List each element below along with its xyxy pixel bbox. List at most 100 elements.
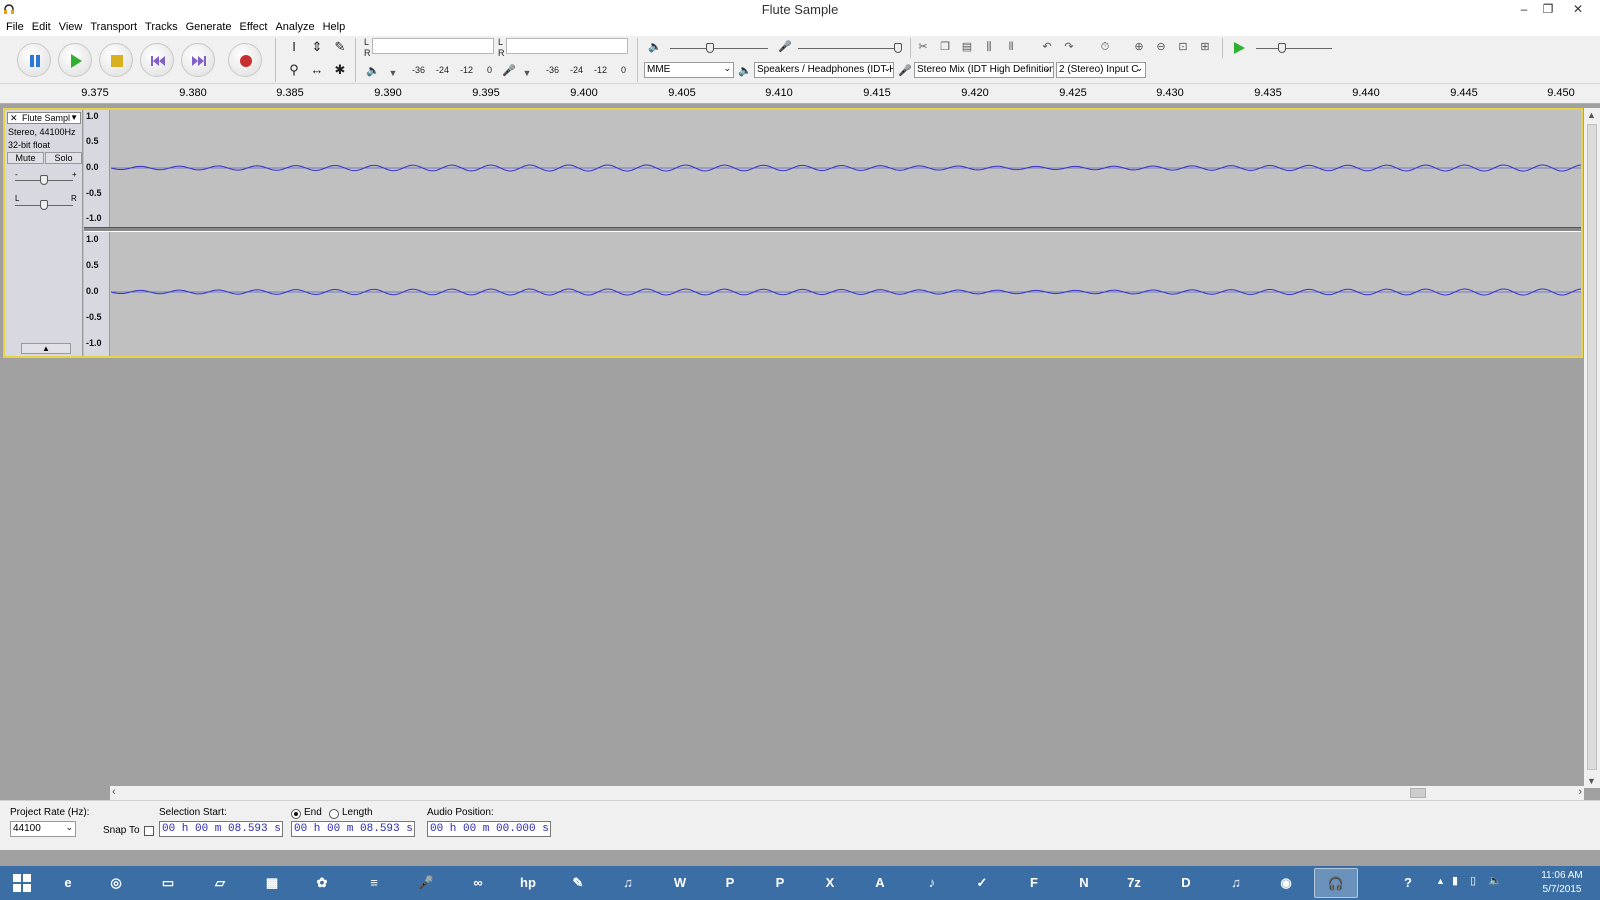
file-explorer-icon[interactable]: ▭ (146, 868, 190, 898)
timeline-ruler[interactable]: 9.375 9.380 9.385 9.390 9.395 9.400 9.40… (0, 84, 1600, 104)
track-name-menu[interactable]: ✕ Flute Sampl ▼ (7, 112, 81, 124)
input-device-select[interactable]: Stereo Mix (IDT High Definition ⌄ (914, 62, 1054, 78)
play-speed-thumb[interactable] (1278, 43, 1286, 53)
document-app-icon[interactable]: D (1164, 868, 1208, 898)
project-rate-select[interactable]: 44100 ⌄ (10, 821, 76, 837)
restore-button[interactable]: ❐ (1536, 0, 1560, 18)
chevron-up-icon[interactable]: ▲ (1436, 876, 1445, 886)
selection-start-field[interactable]: 00 h 00 m 08.593 s (159, 821, 283, 837)
chevron-down-icon[interactable]: ▼ (70, 113, 78, 123)
snap-to-checkbox[interactable] (144, 826, 154, 836)
menu-file[interactable]: File (6, 20, 30, 36)
microphone-app-icon[interactable]: 🎤 (404, 868, 448, 898)
horizontal-scrollbar[interactable]: ‹ › (110, 786, 1584, 800)
excel-icon[interactable]: X (808, 868, 852, 898)
battery-icon[interactable]: ▯ (1470, 874, 1476, 887)
close-icon[interactable]: ✕ (10, 113, 18, 123)
playback-meter[interactable] (372, 38, 494, 54)
copy-icon[interactable]: ❐ (936, 38, 954, 56)
menu-tracks[interactable]: Tracks (145, 20, 184, 36)
chevron-down-icon[interactable]: ▼ (384, 64, 402, 82)
menu-generate[interactable]: Generate (186, 20, 238, 36)
redo-icon[interactable]: ↷ (1060, 38, 1078, 56)
draw-tool[interactable]: ✎ (330, 37, 350, 57)
menu-effect[interactable]: Effect (240, 20, 274, 36)
fit-selection-icon[interactable]: ⊡ (1174, 38, 1192, 56)
undo-icon[interactable]: ↶ (1038, 38, 1056, 56)
f-app-icon[interactable]: F (1012, 868, 1056, 898)
right-channel-waveform[interactable] (110, 234, 1582, 351)
paint-icon[interactable]: ✿ (300, 868, 344, 898)
system-clock[interactable]: 11:06 AM 5/7/2015 (1532, 869, 1592, 897)
paste-icon[interactable]: ▤ (958, 38, 976, 56)
selection-tool[interactable]: I (284, 37, 304, 57)
trim-icon[interactable]: ⫼ (980, 38, 998, 56)
mute-button[interactable]: Mute (7, 152, 44, 164)
skip-to-start-button[interactable] (140, 43, 174, 77)
headphones-icon[interactable]: ♫ (1214, 868, 1258, 898)
fit-project-icon[interactable]: ⊞ (1196, 38, 1214, 56)
powerpoint-icon[interactable]: P (708, 868, 752, 898)
word-icon[interactable]: W (658, 868, 702, 898)
play-button[interactable] (58, 43, 92, 77)
publisher-icon[interactable]: P (758, 868, 802, 898)
vertical-scrollbar[interactable]: ▲ ▼ (1584, 108, 1600, 788)
vertical-scroll-thumb[interactable] (1587, 124, 1597, 770)
output-device-select[interactable]: Speakers / Headphones (IDT H ⌄ (754, 62, 894, 78)
music-app-icon[interactable]: ♫ (606, 868, 650, 898)
notepad-icon[interactable]: ≡ (352, 868, 396, 898)
minimize-button[interactable]: – (1512, 0, 1536, 18)
internet-explorer-icon[interactable]: e (46, 868, 90, 898)
time-shift-tool[interactable]: ↔ (307, 60, 327, 80)
checkmark-app-icon[interactable]: ✓ (960, 868, 1004, 898)
audio-position-field[interactable]: 00 h 00 m 00.000 s (427, 821, 551, 837)
scroll-down-icon[interactable]: ▼ (1587, 776, 1596, 786)
input-volume-thumb[interactable] (894, 43, 902, 53)
length-radio[interactable] (329, 809, 339, 819)
output-volume-thumb[interactable] (706, 43, 714, 53)
audacity-taskbar-icon[interactable]: 🎧 (1314, 868, 1358, 898)
help-icon[interactable]: ? (1386, 868, 1430, 898)
input-volume-slider[interactable] (798, 48, 896, 49)
silence-icon[interactable]: ⫴ (1002, 38, 1020, 56)
notes-icon[interactable]: ✎ (556, 868, 600, 898)
zoom-tool[interactable]: ⚲ (284, 60, 304, 80)
record-meter[interactable] (506, 38, 628, 54)
envelope-tool[interactable]: ⇕ (307, 37, 327, 57)
stop-button[interactable] (99, 43, 133, 77)
menu-transport[interactable]: Transport (90, 20, 143, 36)
left-channel-waveform[interactable] (110, 110, 1582, 227)
record-button[interactable] (228, 43, 262, 77)
menu-edit[interactable]: Edit (32, 20, 57, 36)
skip-to-end-button[interactable] (181, 43, 215, 77)
network-icon[interactable]: ▮ (1452, 874, 1458, 887)
cut-icon[interactable]: ✂ (914, 38, 932, 56)
start-button[interactable] (0, 868, 44, 898)
audio-track[interactable]: ✕ Flute Sampl ▼ Stereo, 44100Hz 32-bit f… (3, 108, 1583, 358)
output-volume-slider[interactable] (670, 48, 768, 49)
solo-button[interactable]: Solo (45, 152, 82, 164)
media-app-icon[interactable]: ◉ (1264, 868, 1308, 898)
selection-end-field[interactable]: 00 h 00 m 08.593 s (291, 821, 415, 837)
onenote-icon[interactable]: N (1062, 868, 1106, 898)
end-radio[interactable] (291, 809, 301, 819)
scroll-left-icon[interactable]: ‹ (112, 786, 116, 798)
access-icon[interactable]: A (858, 868, 902, 898)
waveform-area[interactable] (110, 110, 1582, 356)
menu-view[interactable]: View (59, 20, 89, 36)
menu-help[interactable]: Help (323, 20, 352, 36)
menu-analyze[interactable]: Analyze (275, 20, 320, 36)
input-channels-select[interactable]: 2 (Stereo) Input C ⌄ (1056, 62, 1146, 78)
chrome-icon[interactable]: ◎ (94, 868, 138, 898)
volume-icon[interactable]: 🔈 (1488, 874, 1502, 887)
music-notation-icon[interactable]: ♪ (910, 868, 954, 898)
pan-thumb[interactable] (40, 200, 48, 210)
multi-tool[interactable]: ✱ (330, 60, 350, 80)
zoom-out-icon[interactable]: ⊖ (1152, 38, 1170, 56)
pause-button[interactable] (17, 43, 51, 77)
audio-host-select[interactable]: MME ⌄ (644, 62, 734, 78)
7zip-icon[interactable]: 7z (1112, 868, 1156, 898)
sync-lock-icon[interactable]: ⏱ (1096, 38, 1114, 56)
infinity-app-icon[interactable]: ∞ (456, 868, 500, 898)
horizontal-scroll-thumb[interactable] (1410, 788, 1426, 798)
